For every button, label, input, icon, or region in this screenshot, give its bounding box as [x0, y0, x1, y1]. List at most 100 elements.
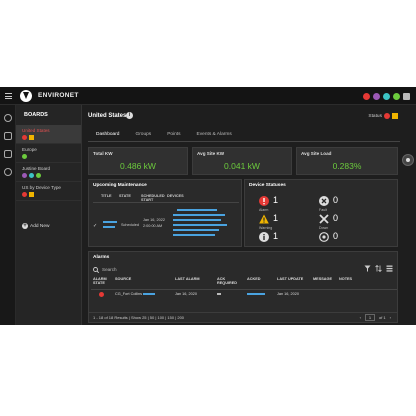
down-icon — [319, 214, 329, 224]
ack-required-marker — [217, 293, 221, 295]
filter-icon[interactable] — [364, 265, 371, 272]
search-icon — [93, 266, 99, 273]
boards-sidebar: BOARDS United States Europe Justine Boar… — [16, 105, 82, 325]
board-item-us-by-device-type[interactable]: US by Device Type — [16, 182, 81, 201]
maintenance-time-text: 2:00:00 AM — [143, 223, 163, 228]
device-statuses-panel: Device Statuses 1 Alarm 0 Fault 1 Warnin… — [244, 179, 398, 247]
tab-divider — [88, 141, 400, 142]
device-status-info[interactable]: 1 — [259, 232, 278, 242]
column-header[interactable]: LAST ALARM — [173, 277, 215, 285]
maintenance-date-text: Jan 16, 2022 — [143, 218, 165, 222]
sort-icon[interactable] — [375, 265, 382, 272]
warning-caption: Warning — [259, 226, 273, 230]
fault-count: 0 — [333, 195, 339, 205]
alarms-panel: Alarms Search ALARM STATE SOURCE LAST AL… — [88, 251, 398, 323]
plus-icon: + — [22, 223, 28, 229]
teal-status-icon[interactable] — [383, 92, 390, 100]
device-status-unknown[interactable]: 0 — [319, 232, 338, 242]
device-link[interactable] — [173, 214, 225, 216]
device-status-fault[interactable]: 0 — [319, 196, 338, 206]
alarm-badge-icon — [22, 192, 27, 197]
acked-link[interactable] — [247, 293, 265, 295]
kpi-title: Avg Site Load — [301, 151, 332, 156]
warning-count: 1 — [273, 213, 279, 223]
column-header: DEVICES — [167, 194, 184, 198]
status-label: Status — [368, 113, 382, 119]
device-status-warning[interactable]: 1 — [259, 214, 278, 224]
maintenance-title-link[interactable] — [103, 221, 117, 223]
reports-nav-icon[interactable] — [4, 132, 12, 140]
panel-title: Device Statuses — [249, 183, 286, 188]
device-link[interactable] — [173, 234, 215, 236]
kpi-card-avg-site-kw: Avg Site KW 0.041 kW — [192, 147, 292, 175]
kpi-value: 0.041 kW — [224, 161, 260, 171]
maintenance-title-link-line[interactable] — [103, 226, 115, 228]
next-page-icon[interactable]: › — [390, 315, 391, 320]
alarm-badge-icon — [22, 135, 27, 140]
alarms-table: ALARM STATE SOURCE LAST ALARM ACK REQUIR… — [91, 277, 397, 297]
unknown-count: 0 — [333, 231, 339, 241]
alarms-toolbar — [364, 265, 393, 272]
prev-page-icon[interactable]: ‹ — [360, 315, 361, 320]
pagination-summary[interactable]: 1 - 18 of 18 Results | Show 25 | 50 | 10… — [93, 315, 184, 320]
device-link-list — [171, 208, 237, 239]
device-link[interactable] — [173, 229, 219, 231]
device-status-down[interactable]: 0 — [319, 214, 338, 224]
alarm-status-icon[interactable] — [363, 92, 370, 100]
add-new-label: Add New — [30, 223, 50, 229]
column-header: STATE — [119, 194, 131, 198]
dashboard-nav-icon[interactable] — [4, 114, 12, 122]
alarms-search[interactable]: Search — [93, 265, 183, 274]
search-placeholder: Search — [102, 267, 117, 272]
user-menu-icon[interactable] — [403, 92, 410, 100]
device-link[interactable] — [173, 224, 227, 226]
purple-status-icon[interactable] — [373, 92, 380, 100]
board-item-justine-board[interactable]: Justine Board — [16, 163, 81, 182]
column-header[interactable]: MESSAGE — [311, 277, 337, 285]
page-title: United States — [88, 113, 127, 119]
warning-status-icon — [392, 113, 398, 119]
down-count: 0 — [333, 213, 339, 223]
alarm-last-update: Jan 16, 2020 — [277, 292, 299, 296]
kpi-value: 0.283% — [332, 161, 362, 171]
column-header[interactable]: NOTES — [337, 277, 397, 285]
board-item-united-states[interactable]: United States — [16, 125, 81, 144]
kpi-title: Total KW — [93, 151, 113, 156]
column-header[interactable]: ACK REQUIRED — [215, 277, 245, 285]
panel-title: Upcoming Maintenance — [93, 183, 147, 188]
page-input[interactable]: 1 — [364, 314, 375, 321]
column-header[interactable]: SOURCE — [113, 277, 173, 285]
column-header[interactable]: ALARM STATE — [91, 277, 113, 285]
alarm-caption: Alarm — [259, 208, 269, 212]
table-row[interactable]: ✓ Scheduled Jan 16, 2022 2:00:00 AM — [93, 208, 239, 244]
checkmark-icon[interactable]: ✓ — [93, 223, 97, 229]
column-header[interactable]: LAST UPDATE — [275, 277, 311, 285]
settings-gear-icon[interactable] — [402, 154, 414, 166]
table-row[interactable]: CG_Fort Collins Jan 16, 2020 Jan 16, 202… — [91, 289, 397, 297]
add-new-board-button[interactable]: + Add New — [22, 223, 49, 229]
device-link[interactable] — [173, 219, 221, 221]
app-logo-icon — [20, 90, 32, 102]
hamburger-menu-icon[interactable] — [5, 93, 12, 99]
columns-icon[interactable] — [386, 265, 393, 272]
alarm-status-icon — [384, 113, 390, 119]
alarm-source[interactable]: CG_Fort Collins — [115, 292, 142, 296]
device-link[interactable] — [177, 209, 217, 211]
fault-caption: Fault — [319, 208, 327, 212]
device-status-alarm[interactable]: 1 — [259, 196, 278, 206]
settings-nav-icon[interactable] — [4, 168, 12, 176]
board-label: Justine Board — [22, 166, 51, 171]
kpi-value: 0.486 kW — [120, 161, 156, 171]
info-icon[interactable]: i — [126, 112, 133, 119]
app-window: ENVIRONET BOARDS United States Europe Ju… — [0, 87, 416, 325]
maintenance-table: TITLE STATE SCHEDULED START DEVICES — [93, 194, 239, 202]
kpi-title: Avg Site KW — [197, 151, 225, 156]
board-item-europe[interactable]: Europe — [16, 144, 81, 163]
devices-nav-icon[interactable] — [4, 150, 12, 158]
alarms-header-row: ALARM STATE SOURCE LAST ALARM ACK REQUIR… — [91, 277, 397, 285]
ok-status-icon[interactable] — [393, 92, 400, 100]
board-label: US by Device Type — [22, 185, 61, 190]
column-header[interactable]: ACKED — [245, 277, 275, 285]
source-link[interactable] — [143, 293, 156, 295]
teal-badge-icon — [29, 173, 34, 178]
